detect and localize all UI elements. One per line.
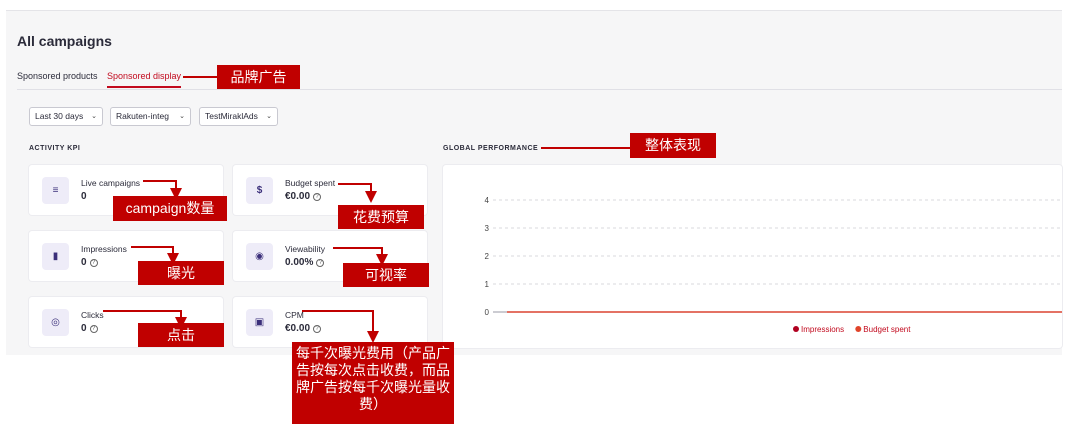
annotation-live-campaigns: campaign数量 [113, 196, 227, 221]
arrow-live-campaigns [143, 180, 182, 200]
annotation-global-performance: 整体表现 [630, 133, 716, 158]
arrow-viewability [333, 247, 388, 266]
arrow-budget-spent [338, 183, 377, 203]
arrow-impressions [131, 246, 179, 265]
annotation-cpm: 每千次曝光费用（产品广告按每次点击收费，而品牌广告按每千次曝光量收费） [292, 342, 454, 424]
annotation-budget-spent: 花费预算 [338, 205, 424, 229]
arrow-cpm [302, 310, 379, 343]
arrow-clicks [103, 310, 187, 329]
annotation-impressions: 曝光 [138, 261, 224, 285]
annotation-viewability: 可视率 [343, 263, 429, 287]
annotation-sponsored-display: 品牌广告 [217, 65, 300, 89]
annotation-clicks: 点击 [138, 323, 224, 347]
